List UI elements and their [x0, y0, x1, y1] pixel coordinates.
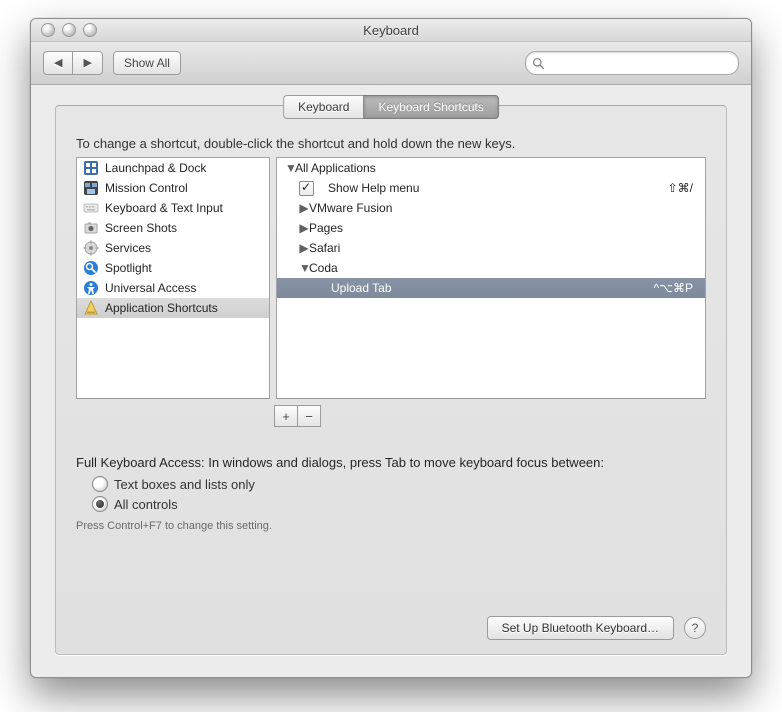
category-launchpad-dock[interactable]: Launchpad & Dock	[77, 158, 269, 178]
category-label: Mission Control	[105, 181, 188, 195]
minimize-icon[interactable]	[62, 23, 76, 37]
search-icon	[532, 57, 545, 70]
spotlight-icon	[83, 260, 99, 276]
shortcuts-tree[interactable]: ▼ All Applications ✓ Show Help menu ⇧⌘/ …	[276, 157, 706, 399]
shortcut-keys: ⇧⌘/	[668, 181, 697, 195]
category-services[interactable]: Services	[77, 238, 269, 258]
application-shortcuts-icon	[83, 300, 99, 316]
tab-bar: Keyboard Keyboard Shortcuts	[283, 95, 499, 119]
category-label: Spotlight	[105, 261, 152, 275]
tree-all-applications[interactable]: ▼ All Applications	[277, 158, 705, 178]
show-all-button[interactable]: Show All	[113, 51, 181, 75]
bluetooth-keyboard-button[interactable]: Set Up Bluetooth Keyboard…	[487, 616, 674, 640]
category-spotlight[interactable]: Spotlight	[77, 258, 269, 278]
toolbar: ◀ ▶ Show All	[31, 42, 751, 85]
category-keyboard-text-input[interactable]: Keyboard & Text Input	[77, 198, 269, 218]
category-label: Services	[105, 241, 151, 255]
tree-label: Pages	[309, 221, 343, 235]
full-keyboard-access-heading: Full Keyboard Access: In windows and dia…	[76, 455, 706, 470]
tree-label: Safari	[309, 241, 340, 255]
category-label: Application Shortcuts	[105, 301, 218, 315]
tree-label: Upload Tab	[331, 281, 392, 295]
history-nav: ◀ ▶	[43, 51, 103, 75]
disclosure-down-icon: ▼	[299, 261, 309, 275]
tree-coda[interactable]: ▼ Coda	[277, 258, 705, 278]
tree-label: VMware Fusion	[309, 201, 392, 215]
category-screen-shots[interactable]: Screen Shots	[77, 218, 269, 238]
disclosure-right-icon: ▶	[299, 221, 309, 235]
full-keyboard-access-options: Text boxes and lists only All controls	[92, 476, 706, 512]
tree-safari[interactable]: ▶ Safari	[277, 238, 705, 258]
screenshots-icon	[83, 220, 99, 236]
window-title: Keyboard	[31, 23, 751, 38]
fka-option-text-boxes[interactable]: Text boxes and lists only	[92, 476, 706, 492]
launchpad-icon	[83, 160, 99, 176]
traffic-lights	[41, 23, 97, 37]
category-label: Screen Shots	[105, 221, 177, 235]
radio-label: Text boxes and lists only	[114, 477, 255, 492]
instructions-text: To change a shortcut, double-click the s…	[76, 136, 706, 151]
category-label: Keyboard & Text Input	[105, 201, 223, 215]
fka-hint: Press Control+F7 to change this setting.	[76, 520, 706, 532]
tab-keyboard-shortcuts[interactable]: Keyboard Shortcuts	[363, 95, 498, 119]
disclosure-right-icon: ▶	[299, 201, 309, 215]
search-input[interactable]	[548, 55, 732, 71]
help-button[interactable]: ?	[684, 617, 706, 639]
zoom-icon[interactable]	[83, 23, 97, 37]
keyboard-icon	[83, 200, 99, 216]
search-field[interactable]	[525, 51, 739, 75]
panel-footer: Set Up Bluetooth Keyboard… ?	[76, 604, 706, 640]
category-label: Launchpad & Dock	[105, 161, 206, 175]
add-button[interactable]: +	[274, 405, 297, 427]
tree-label: Coda	[309, 261, 338, 275]
tree-show-help-menu[interactable]: ✓ Show Help menu ⇧⌘/	[277, 178, 705, 198]
add-remove-buttons: + −	[274, 405, 706, 427]
remove-button[interactable]: −	[297, 405, 321, 427]
disclosure-down-icon: ▼	[285, 161, 295, 175]
mission-control-icon	[83, 180, 99, 196]
shortcuts-panel: Keyboard Keyboard Shortcuts To change a …	[55, 105, 727, 655]
category-list[interactable]: Launchpad & Dock Mission Control Keyboar…	[76, 157, 270, 399]
radio-selected-icon[interactable]	[92, 496, 108, 512]
category-label: Universal Access	[105, 281, 196, 295]
shortcut-keys: ^⌥⌘P	[654, 281, 697, 295]
tree-upload-tab[interactable]: Upload Tab ^⌥⌘P	[277, 278, 705, 298]
category-universal-access[interactable]: Universal Access	[77, 278, 269, 298]
back-button[interactable]: ◀	[43, 51, 72, 75]
titlebar: Keyboard	[31, 19, 751, 42]
fka-option-all-controls[interactable]: All controls	[92, 496, 706, 512]
tree-label: All Applications	[295, 161, 376, 175]
checkbox-checked-icon[interactable]: ✓	[299, 181, 314, 196]
disclosure-right-icon: ▶	[299, 241, 309, 255]
services-icon	[83, 240, 99, 256]
preferences-window: Keyboard ◀ ▶ Show All Keyboard Keyboard …	[30, 18, 752, 678]
tree-vmware-fusion[interactable]: ▶ VMware Fusion	[277, 198, 705, 218]
category-mission-control[interactable]: Mission Control	[77, 178, 269, 198]
universal-access-icon	[83, 280, 99, 296]
tree-label: Show Help menu	[328, 181, 419, 195]
forward-button[interactable]: ▶	[72, 51, 102, 75]
radio-label: All controls	[114, 497, 178, 512]
tree-pages[interactable]: ▶ Pages	[277, 218, 705, 238]
radio-icon[interactable]	[92, 476, 108, 492]
close-icon[interactable]	[41, 23, 55, 37]
tab-keyboard[interactable]: Keyboard	[283, 95, 363, 119]
category-application-shortcuts[interactable]: Application Shortcuts	[77, 298, 269, 318]
